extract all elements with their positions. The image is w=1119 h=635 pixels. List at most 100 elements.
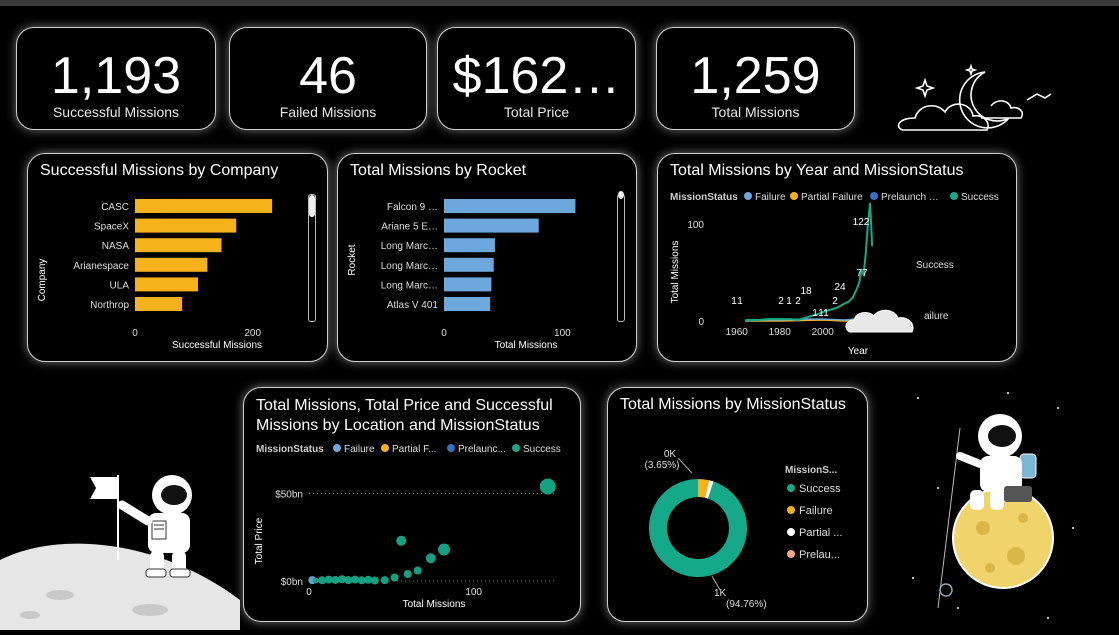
x-axis-label: Successful Missions xyxy=(172,340,262,351)
kpi-label: Successful Missions xyxy=(52,104,180,120)
bar xyxy=(444,199,576,213)
legend-title: MissionStatus xyxy=(670,192,738,203)
astronaut-flag-illustration xyxy=(0,475,240,630)
y-axis-label: Rocket xyxy=(347,244,358,275)
scatter-point xyxy=(312,577,319,584)
bar xyxy=(135,277,198,292)
chart-title: Total Missions by MissionStatus xyxy=(620,396,846,413)
year-line-chart: MissionStatus Total Missions Year Failur… xyxy=(670,192,999,357)
data-label: 1 xyxy=(786,296,792,307)
data-label: 2 xyxy=(778,296,784,307)
bar xyxy=(135,257,208,272)
legend-marker xyxy=(870,192,878,200)
scatter-point xyxy=(390,573,399,582)
x-tick-label: 1980 xyxy=(769,327,792,338)
chart-card-year[interactable]: Total Missions by Year and MissionStatus… xyxy=(657,153,1017,362)
x-axis-label: Total Missions xyxy=(495,340,558,351)
legend-label: Partial ... xyxy=(799,527,842,539)
legend-label: Prelau... xyxy=(799,549,840,561)
x-axis-label: Year xyxy=(848,346,869,357)
y-axis-label: Total Price xyxy=(254,517,265,564)
scatter-point xyxy=(539,478,556,495)
x-tick-label: 1960 xyxy=(726,327,749,338)
y-tick-label: NASA xyxy=(102,241,130,252)
kpi-value: 1,193 xyxy=(50,47,182,105)
x-tick-label: 100 xyxy=(465,587,482,598)
moon-cloud-doodle xyxy=(897,63,1052,131)
x-tick-label: 200 xyxy=(244,328,261,339)
data-label: 0K xyxy=(664,449,677,460)
y-tick-label: 100 xyxy=(687,220,704,231)
data-label: 122 xyxy=(853,217,870,228)
chart-card-company[interactable]: Successful Missions by Company Company S… xyxy=(27,153,328,362)
y-tick-label: $50bn xyxy=(275,490,303,501)
legend-label: Failure xyxy=(799,505,833,517)
kpi-label: Failed Missions xyxy=(279,104,377,120)
x-tick-label: 2000 xyxy=(812,327,835,338)
scatter-point xyxy=(438,543,451,556)
astronaut-moon-illustration xyxy=(898,378,1088,633)
y-tick-label: Ariane 5 E… xyxy=(381,222,438,233)
bar xyxy=(444,297,491,311)
data-label: 24 xyxy=(834,282,846,293)
scatter-point xyxy=(413,566,422,575)
kpi-value: $162… xyxy=(452,47,621,105)
chart-title: Total Missions by Rocket xyxy=(350,162,527,179)
y-tick-label: Long Marc… xyxy=(381,241,438,252)
bar xyxy=(135,218,237,233)
data-label: 77 xyxy=(856,268,868,279)
scrollbar-thumb[interactable] xyxy=(309,195,315,217)
series-end-label: Success xyxy=(916,260,954,271)
y-tick-label: Atlas V 401 xyxy=(387,300,439,311)
data-label: 18 xyxy=(800,286,812,297)
legend-marker xyxy=(787,484,795,492)
kpi-card-successful[interactable]: 1,193 Successful Missions xyxy=(16,27,216,130)
chart-card-status[interactable]: Total Missions by MissionStatus MissionS… xyxy=(607,387,868,622)
kpi-card-price[interactable]: $162… Total Price xyxy=(437,27,636,130)
top-bar xyxy=(0,0,1119,6)
kpi-card-total[interactable]: 1,259 Total Missions xyxy=(656,27,855,130)
legend-marker xyxy=(790,192,798,200)
legend-marker xyxy=(787,550,795,558)
x-tick-label: 0 xyxy=(441,328,447,339)
leader-line xyxy=(677,457,693,474)
data-label: 1 xyxy=(737,296,743,307)
x-tick-label: 0 xyxy=(132,328,138,339)
legend-marker xyxy=(787,528,795,536)
scatter-point xyxy=(396,535,407,546)
y-tick-label: CASC xyxy=(101,202,129,213)
chart-card-rocket[interactable]: Total Missions by Rocket Rocket Total Mi… xyxy=(337,153,637,362)
legend-marker xyxy=(447,444,455,452)
chart-title: Successful Missions by Company xyxy=(40,162,279,179)
kpi-label: Total Missions xyxy=(711,104,800,120)
rocket-bar-chart: Rocket Total Missions Falcon 9 … Ariane 5… xyxy=(347,199,576,351)
y-axis-label: Total Missions xyxy=(670,241,681,304)
legend-label: Prelaunc... xyxy=(458,444,506,455)
scatter-point xyxy=(425,553,436,564)
legend-label: Partial Failure xyxy=(801,192,863,203)
legend-label: Failure xyxy=(755,192,786,203)
scatter-point xyxy=(370,576,379,585)
legend-marker xyxy=(333,444,341,452)
kpi-value: 1,259 xyxy=(690,47,821,105)
bar xyxy=(135,297,183,311)
scatter-point xyxy=(380,576,389,585)
data-label: 2 xyxy=(795,296,801,307)
kpi-card-failed[interactable]: 46 Failed Missions xyxy=(229,27,427,130)
chart-title: Total Missions, Total Price and Successf… xyxy=(256,397,553,434)
y-tick-label: Arianespace xyxy=(73,261,129,272)
data-label: 2 xyxy=(832,296,838,307)
chart-card-location[interactable]: Total Missions, Total Price and Successf… xyxy=(243,387,581,622)
chart-title: Total Missions by Year and MissionStatus xyxy=(670,162,964,179)
scrollbar[interactable] xyxy=(308,194,316,322)
x-axis-label: Total Missions xyxy=(403,599,466,610)
data-label: (3.65%) xyxy=(644,460,679,471)
location-scatter-chart: MissionStatus Total Price Total Missions… xyxy=(254,444,561,610)
y-tick-label: Long Marc… xyxy=(381,280,438,291)
scrollbar-thumb[interactable] xyxy=(618,191,624,199)
status-donut-chart: MissionS... 1K(94.76%)0K(3.65%)SuccessFa… xyxy=(644,449,842,610)
data-label: (94.76%) xyxy=(726,599,767,610)
legend-marker xyxy=(512,444,520,452)
scrollbar[interactable] xyxy=(617,191,625,322)
legend-title: MissionStatus xyxy=(256,444,324,455)
